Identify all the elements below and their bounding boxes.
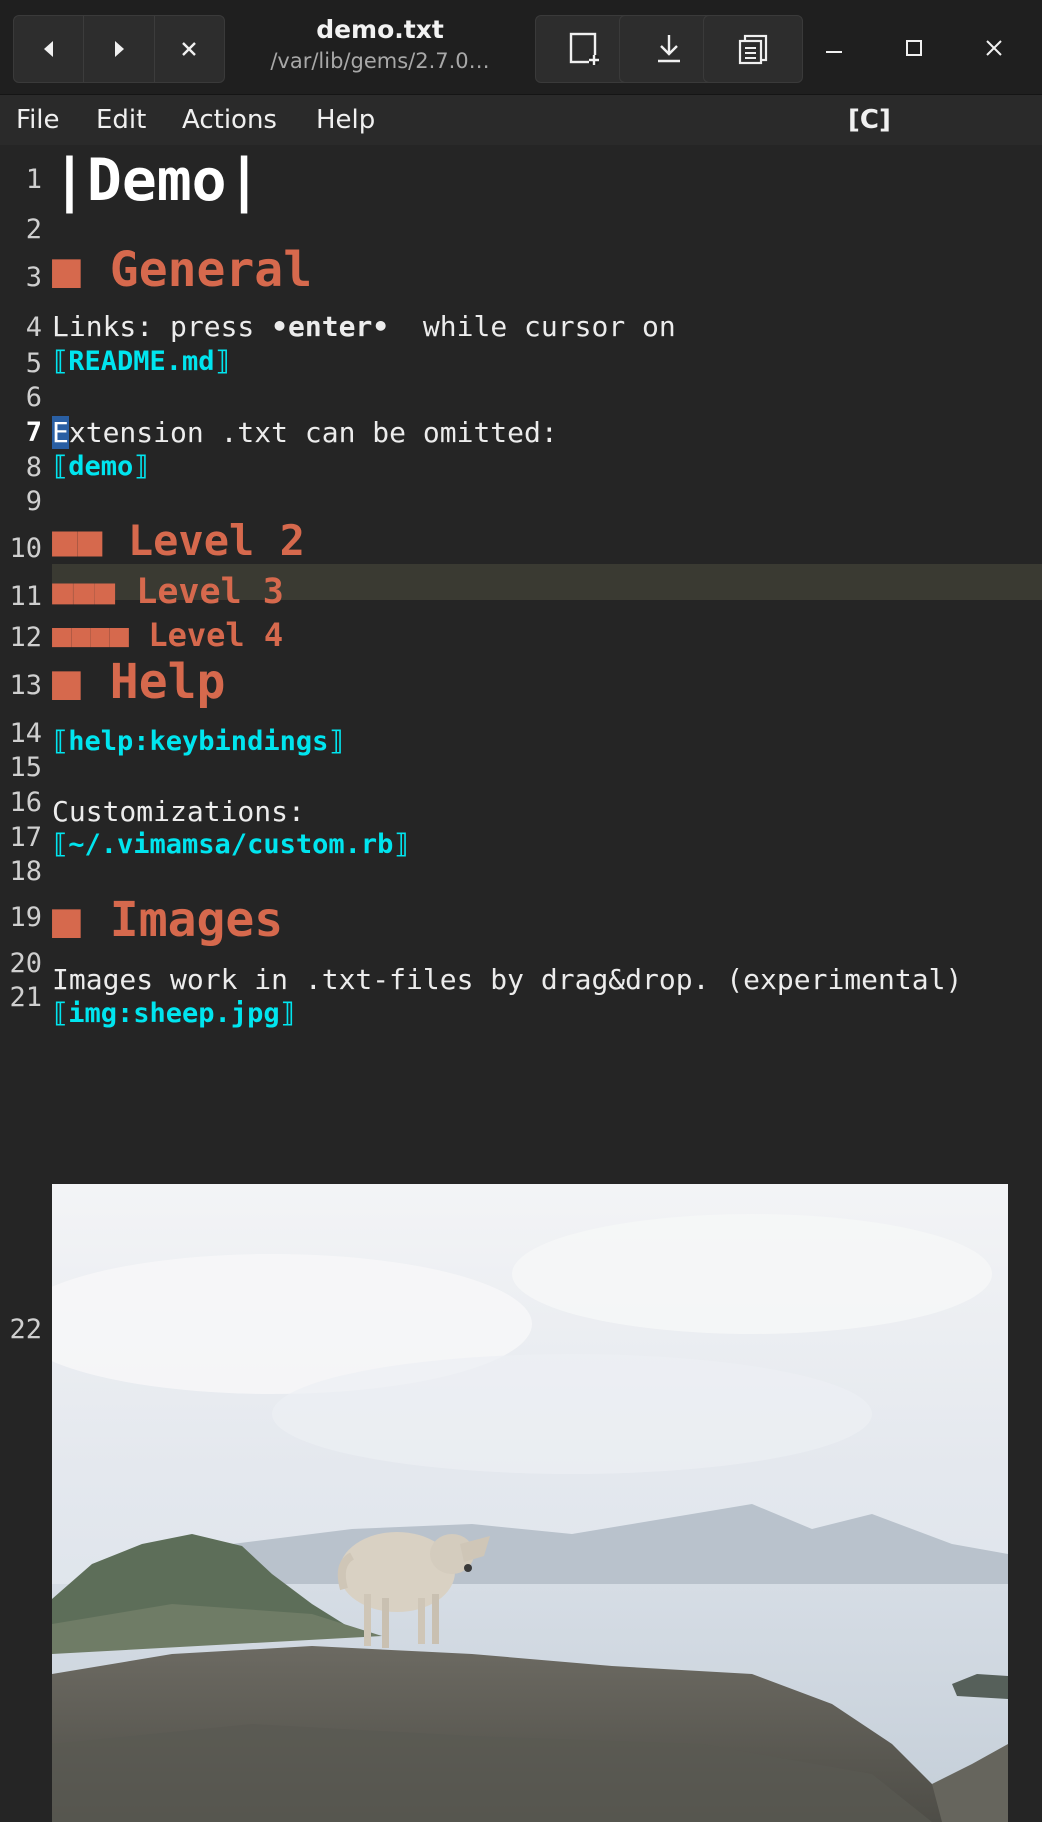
line-number: 22 — [9, 1314, 42, 1345]
link-help-keybindings[interactable]: ⟦help:keybindings⟧ — [52, 726, 345, 757]
line-number: 2 — [25, 214, 42, 245]
line-number: 3 — [25, 262, 42, 293]
nav-button-group — [13, 15, 225, 83]
back-button[interactable] — [14, 16, 85, 82]
menu-actions[interactable]: Actions — [182, 104, 277, 136]
window-title-path: /var/lib/gems/2.7.0… — [270, 49, 490, 73]
menu-edit[interactable]: Edit — [96, 104, 146, 136]
text-line: Images work in .txt-files by drag&drop. … — [52, 963, 963, 996]
close-window-button[interactable] — [974, 28, 1014, 68]
window-title: demo.txt /var/lib/gems/2.7.0… — [240, 14, 520, 76]
line-number: 13 — [9, 670, 42, 701]
new-document-icon — [569, 32, 599, 65]
minimize-icon — [826, 51, 842, 53]
close-icon — [986, 40, 1002, 56]
line-number: 15 — [9, 752, 42, 783]
maximize-button[interactable] — [894, 28, 934, 68]
text-line-current: Extension .txt can be omitted: — [52, 416, 558, 449]
sheep-photo — [52, 1184, 1008, 1822]
enter-key-text: •enter• — [271, 310, 390, 343]
text-line: Customizations: — [52, 795, 305, 828]
title-bar: demo.txt /var/lib/gems/2.7.0… — [0, 0, 1042, 95]
line-number: 19 — [9, 902, 42, 933]
text-segment: while cursor on — [389, 310, 676, 343]
triangle-left-icon — [43, 41, 53, 57]
x-icon — [182, 42, 197, 56]
menu-bar: File Edit Actions Help [C] — [0, 95, 1042, 145]
link-custom-rb[interactable]: ⟦~/.vimamsa/custom.rb⟧ — [52, 829, 410, 860]
line-number: 12 — [9, 622, 42, 653]
line-number: 20 — [9, 948, 42, 979]
line-number-current: 7 — [25, 417, 42, 448]
line-number: 9 — [25, 486, 42, 517]
text-line: Links: press •enter• while cursor on — [52, 310, 676, 343]
minimize-button[interactable] — [814, 28, 854, 68]
line-number: 17 — [9, 822, 42, 853]
text-segment: Links: press — [52, 310, 272, 343]
document-title: |Demo| — [52, 146, 262, 214]
link-img-sheep[interactable]: ⟦img:sheep.jpg⟧ — [52, 998, 296, 1029]
heading-level-2: ■■ Level 2 — [52, 516, 305, 565]
sheep-photo-illustration — [52, 1184, 1008, 1822]
line-number: 8 — [25, 452, 42, 483]
heading-help: ■ Help — [52, 654, 226, 710]
line-number: 14 — [9, 718, 42, 749]
line-number: 4 — [25, 312, 42, 343]
line-number: 1 — [25, 164, 42, 195]
text-segment: xtension .txt can be omitted: — [68, 416, 558, 449]
line-number: 6 — [25, 382, 42, 413]
open-button[interactable] — [703, 15, 803, 83]
download-icon — [658, 35, 680, 63]
heading-level-3: ■■■ Level 3 — [52, 572, 284, 612]
window-title-main: demo.txt — [316, 15, 444, 44]
line-number: 21 — [9, 982, 42, 1013]
heading-level-4: ■■■■ Level 4 — [52, 616, 284, 654]
triangle-right-icon — [114, 41, 124, 57]
documents-icon — [738, 34, 768, 65]
line-number: 16 — [9, 787, 42, 818]
menu-file[interactable]: File — [16, 104, 60, 136]
line-number: 10 — [9, 533, 42, 564]
line-number: 11 — [9, 581, 42, 612]
forward-button[interactable] — [84, 16, 155, 82]
editor-area[interactable]: 1 2 3 4 5 6 7 8 9 10 11 12 13 14 15 16 1… — [0, 146, 1042, 1822]
maximize-icon — [906, 40, 922, 56]
line-number: 18 — [9, 856, 42, 887]
line-number: 5 — [25, 348, 42, 379]
link-demo[interactable]: ⟦demo⟧ — [52, 451, 150, 482]
mode-indicator: [C] — [848, 105, 891, 135]
close-buffer-button[interactable] — [155, 16, 224, 82]
heading-images: ■ Images — [52, 892, 284, 948]
menu-help[interactable]: Help — [316, 104, 375, 136]
heading-general: ■ General — [52, 242, 313, 298]
link-readme[interactable]: ⟦README.md⟧ — [52, 346, 231, 377]
text-cursor: E — [52, 416, 69, 449]
